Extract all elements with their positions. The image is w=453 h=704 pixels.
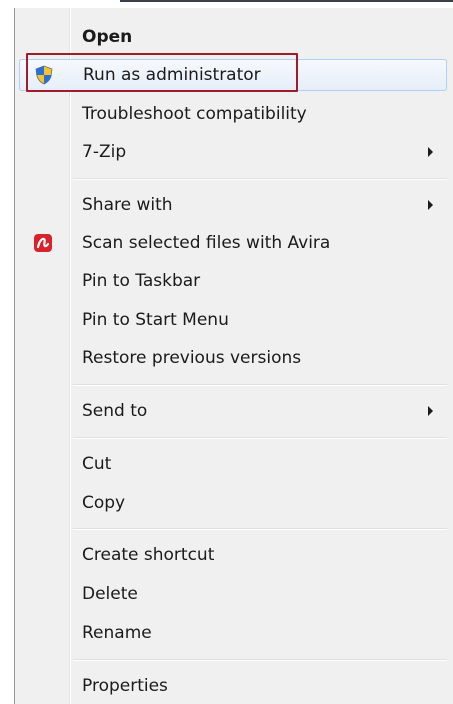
menu-item-delete[interactable]: Delete	[19, 578, 447, 610]
menu-separator	[73, 437, 447, 439]
menu-item-label: Properties	[82, 676, 168, 696]
menu-item-share-with[interactable]: Share with	[19, 189, 447, 221]
menu-separator	[73, 178, 447, 180]
menu-item-label: Delete	[82, 584, 138, 604]
submenu-arrow-icon	[428, 200, 433, 210]
menu-item-label: Pin to Start Menu	[82, 310, 229, 330]
menu-item-rename[interactable]: Rename	[19, 617, 447, 649]
menu-item-7zip[interactable]: 7-Zip	[19, 136, 447, 168]
menu-item-properties[interactable]: Properties	[19, 670, 447, 702]
menu-item-label: 7-Zip	[82, 142, 127, 162]
menu-separator	[73, 384, 447, 386]
menu-separator	[73, 528, 447, 530]
menu-item-label: Rename	[82, 623, 152, 643]
submenu-arrow-icon	[428, 147, 433, 157]
menu-item-label: Open	[82, 27, 133, 47]
menu-item-copy[interactable]: Copy	[19, 487, 447, 519]
menu-item-create-shortcut[interactable]: Create shortcut	[19, 539, 447, 571]
menu-item-label: Send to	[82, 401, 148, 421]
menu-item-open[interactable]: Open	[19, 21, 447, 53]
window-edge	[120, 0, 453, 2]
menu-item-send-to[interactable]: Send to	[19, 395, 447, 427]
menu-separator	[73, 659, 447, 661]
submenu-arrow-icon	[428, 406, 433, 416]
menu-item-label: Create shortcut	[82, 545, 215, 565]
menu-item-restore-previous-versions[interactable]: Restore previous versions	[19, 342, 447, 374]
menu-item-label: Pin to Taskbar	[82, 271, 201, 291]
menu-item-label: Cut	[82, 454, 112, 474]
menu-item-scan-avira[interactable]: Scan selected files with Avira	[19, 227, 447, 259]
avira-icon	[33, 233, 53, 253]
menu-item-label: Restore previous versions	[82, 348, 302, 368]
context-menu: Open Run as administrator Troubleshoot c…	[14, 8, 453, 704]
menu-item-cut[interactable]: Cut	[19, 448, 447, 480]
menu-item-label: Share with	[82, 195, 173, 215]
menu-item-troubleshoot-compatibility[interactable]: Troubleshoot compatibility	[19, 98, 447, 130]
menu-item-pin-to-start-menu[interactable]: Pin to Start Menu	[19, 304, 447, 336]
menu-item-label: Copy	[82, 493, 126, 513]
menu-item-pin-to-taskbar[interactable]: Pin to Taskbar	[19, 265, 447, 297]
menu-item-label: Troubleshoot compatibility	[82, 104, 307, 124]
menu-item-label: Scan selected files with Avira	[82, 233, 331, 253]
highlight-callout-box	[26, 53, 298, 92]
